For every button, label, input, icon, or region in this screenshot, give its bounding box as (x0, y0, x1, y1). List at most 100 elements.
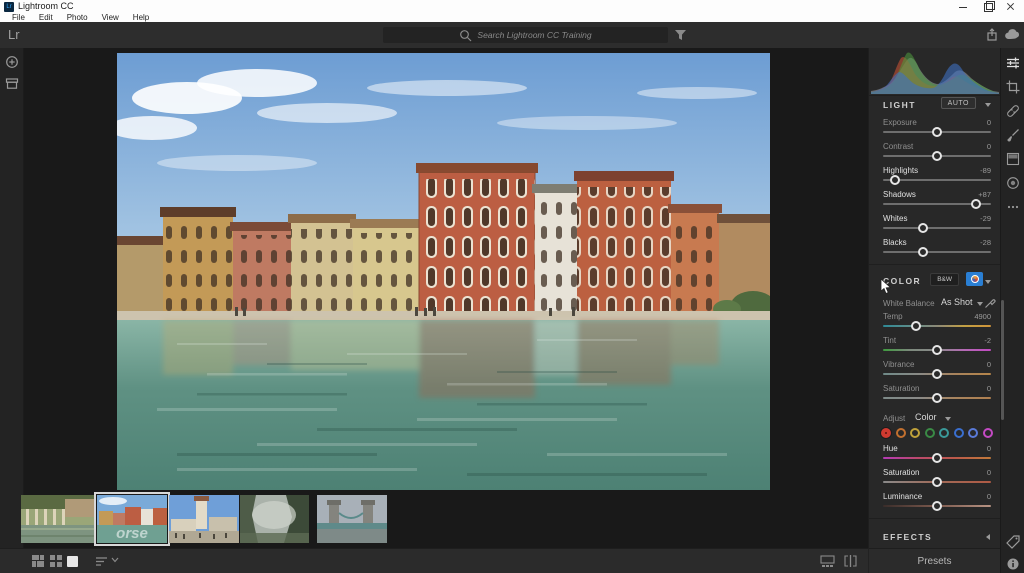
chevron-down-icon[interactable] (985, 103, 991, 107)
edit-sliders-icon[interactable] (1006, 56, 1020, 70)
add-photos-icon[interactable] (5, 55, 19, 69)
mouse-cursor (880, 279, 892, 295)
color-mixer-swatches (881, 428, 993, 438)
search-icon (459, 29, 472, 42)
saturation-knob[interactable] (932, 393, 942, 403)
mixer-swatch-2[interactable] (910, 428, 920, 438)
edit-panel: LIGHT AUTO Exposure 0 Contrast 0 Highlig… (868, 48, 1000, 548)
app-toolbar: Lr Search Lightroom CC Training (0, 22, 1024, 48)
filmstrip-thumb-4[interactable] (240, 495, 309, 543)
sort-icon[interactable] (95, 554, 119, 568)
slider-luminance[interactable]: Luminance 0 (883, 492, 991, 514)
filmstrip-thumb-1[interactable] (21, 495, 95, 543)
detail-view-icon-active[interactable] (67, 556, 78, 567)
blacks-knob[interactable] (918, 247, 928, 257)
mixer-swatch-3[interactable] (925, 428, 935, 438)
mixer-swatch-1[interactable] (896, 428, 906, 438)
exposure-knob[interactable] (932, 127, 942, 137)
crop-icon[interactable] (1006, 80, 1020, 94)
restore-button[interactable] (977, 0, 999, 13)
close-button[interactable] (1000, 0, 1022, 13)
light-section-header[interactable]: LIGHT (883, 100, 916, 110)
minimize-button[interactable] (952, 0, 974, 13)
radial-gradient-icon[interactable] (1006, 176, 1020, 190)
healing-brush-icon[interactable] (1006, 104, 1020, 118)
filter-icon[interactable] (672, 27, 688, 43)
slider-mixer-saturation[interactable]: Saturation 0 (883, 468, 991, 490)
slider-whites[interactable]: Whites -29 (883, 214, 991, 236)
keywords-tag-icon[interactable] (1006, 535, 1020, 549)
window-title: Lightroom CC (18, 1, 74, 11)
slider-highlights[interactable]: Highlights -89 (883, 166, 991, 188)
bw-toggle-button[interactable]: B&W (930, 273, 959, 286)
main-photo[interactable] (117, 53, 770, 490)
before-after-compare-icon[interactable] (843, 554, 857, 568)
contrast-knob[interactable] (932, 151, 942, 161)
linear-gradient-icon[interactable] (1006, 152, 1020, 166)
hue-knob[interactable] (932, 453, 942, 463)
vibrance-knob[interactable] (932, 369, 942, 379)
mixer-saturation-knob[interactable] (932, 477, 942, 487)
brush-icon[interactable] (1006, 128, 1020, 142)
search-input[interactable]: Search Lightroom CC Training (383, 27, 668, 43)
window-titlebar: Lr Lightroom CC (0, 0, 1024, 13)
mixer-swatch-4[interactable] (939, 428, 949, 438)
menu-file[interactable]: File (5, 13, 32, 22)
photo-grid-view-icon[interactable] (31, 554, 45, 568)
info-icon[interactable] (1006, 557, 1020, 571)
temp-knob[interactable] (911, 321, 921, 331)
more-tools-icon[interactable] (1006, 200, 1020, 214)
filmstrip-toggle-icon[interactable] (820, 554, 834, 568)
divider (869, 95, 1001, 96)
whites-knob[interactable] (918, 223, 928, 233)
presets-button[interactable]: Presets (868, 548, 1000, 573)
effects-section-header[interactable]: EFFECTS (883, 532, 932, 542)
adjust-mode-select[interactable]: Color (915, 412, 937, 422)
auto-button[interactable]: AUTO (941, 97, 976, 109)
eyedropper-icon[interactable] (984, 297, 996, 309)
white-balance-row[interactable]: White Balance As Shot (883, 297, 995, 311)
collapse-triangle-icon[interactable] (986, 534, 990, 540)
color-mode-button[interactable] (966, 272, 983, 286)
search-placeholder: Search Lightroom CC Training (477, 30, 591, 40)
square-grid-view-icon[interactable] (49, 554, 63, 568)
bottom-toolbar: ★★★★★ Fit Fill 1:1 (0, 548, 868, 573)
slider-temp[interactable]: Temp 4900 (883, 312, 991, 334)
menu-help[interactable]: Help (126, 13, 156, 22)
mixer-swatch-0[interactable] (881, 428, 891, 438)
slider-vibrance[interactable]: Vibrance 0 (883, 360, 991, 382)
divider (869, 264, 1001, 265)
slider-tint[interactable]: Tint -2 (883, 336, 991, 358)
menu-view[interactable]: View (95, 13, 126, 22)
tint-knob[interactable] (932, 345, 942, 355)
my-photos-icon[interactable] (5, 76, 19, 90)
slider-blacks[interactable]: Blacks -28 (883, 238, 991, 260)
slider-saturation[interactable]: Saturation 0 (883, 384, 991, 406)
slider-hue[interactable]: Hue 0 (883, 444, 991, 466)
divider (869, 518, 1001, 519)
luminance-knob[interactable] (932, 501, 942, 511)
shadows-knob[interactable] (971, 199, 981, 209)
panel-scrollbar[interactable] (1001, 300, 1004, 420)
menu-photo[interactable]: Photo (60, 13, 95, 22)
mixer-swatch-6[interactable] (968, 428, 978, 438)
filmstrip-thumb-2-selected[interactable]: orse (97, 495, 167, 543)
right-tool-rail (1000, 48, 1024, 573)
cloud-sync-icon[interactable] (1004, 27, 1021, 43)
mixer-swatch-5[interactable] (954, 428, 964, 438)
menu-edit[interactable]: Edit (32, 13, 60, 22)
chevron-down-icon[interactable] (985, 280, 991, 284)
lr-logo: Lr (8, 27, 20, 42)
slider-contrast[interactable]: Contrast 0 (883, 142, 991, 164)
slider-exposure[interactable]: Exposure 0 (883, 118, 991, 140)
filmstrip-thumb-5[interactable] (317, 495, 387, 543)
adjust-row: Adjust Color (883, 412, 995, 426)
mixer-swatch-7[interactable] (983, 428, 993, 438)
menu-bar: File Edit Photo View Help (0, 13, 1024, 22)
share-icon[interactable] (984, 27, 1000, 43)
white-balance-select[interactable]: As Shot (941, 297, 973, 307)
filmstrip-thumb-3[interactable] (169, 495, 239, 543)
slider-shadows[interactable]: Shadows +87 (883, 190, 991, 212)
highlights-knob[interactable] (890, 175, 900, 185)
thumb-watermark: orse (116, 525, 148, 542)
